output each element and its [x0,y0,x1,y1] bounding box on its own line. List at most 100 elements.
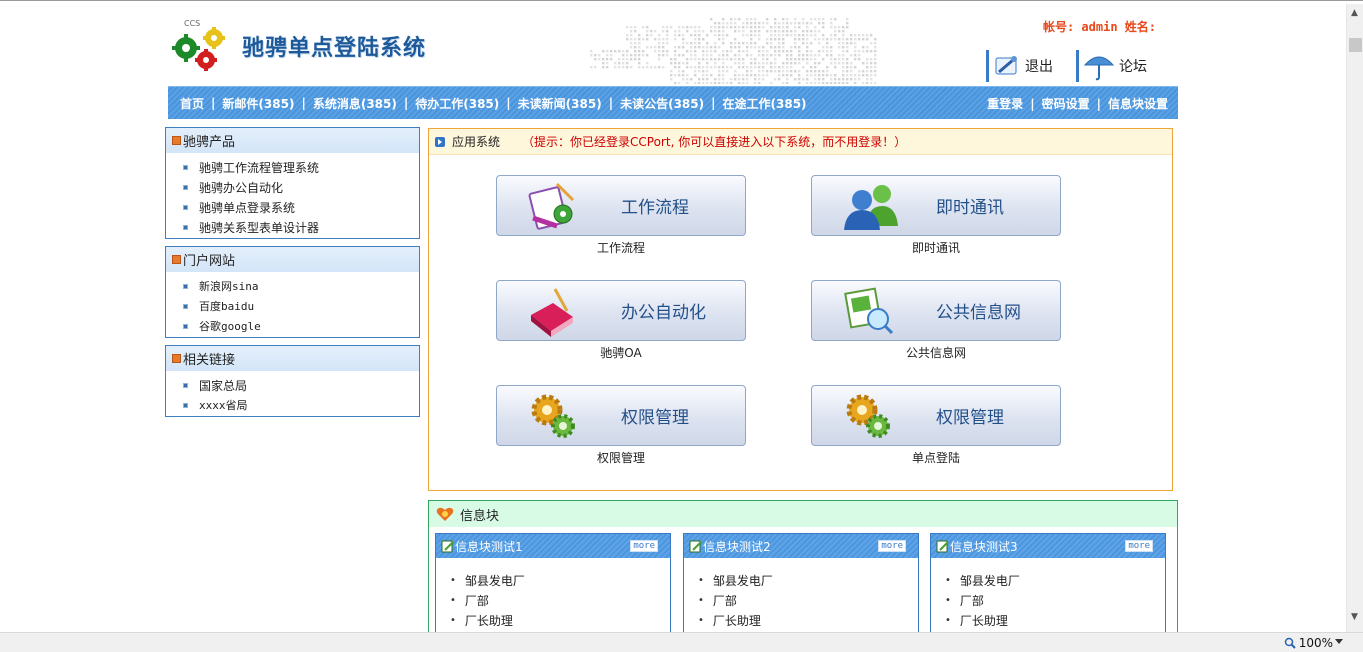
sidebar-link-label: 百度baidu [199,300,255,313]
edit-note-icon [689,540,702,553]
logout-button[interactable]: 退出 [986,50,1053,82]
list-item[interactable]: 邹县发电厂 [450,570,670,590]
scrollbar-thumb[interactable] [1349,38,1362,52]
forum-button[interactable]: 论坛 [1076,50,1147,82]
logout-icon [995,56,1017,75]
edit-note-icon [936,540,949,553]
logo-small-text: CCS [184,19,200,28]
nav-infoblock-settings[interactable]: 信息块设置 [1108,95,1168,112]
more-button[interactable]: more [630,540,658,552]
app-caption[interactable]: 即时通讯 [811,239,1061,256]
system-title: 驰骋单点登陆系统 [242,36,427,61]
umbrella-icon [1083,56,1115,81]
app-tile-permission-management[interactable]: 权限管理 [496,385,746,446]
list-item[interactable]: 邹县发电厂 [945,570,1165,590]
sidebar-link-label: 国家总局 [199,378,248,393]
sidebar-link[interactable]: 驰骋关系型表单设计器 [183,217,419,237]
nav-unread-news[interactable]: 未读新闻(385) [518,95,602,112]
nav-separator: | [1030,96,1035,111]
nav-new-mail[interactable]: 新邮件(385) [222,95,294,112]
list-item[interactable]: 厂部 [698,590,918,610]
nav-system-messages[interactable]: 系统消息(385) [313,95,397,112]
nav-unread-notices[interactable]: 未读公告(385) [620,95,704,112]
app-caption[interactable]: 公共信息网 [811,344,1061,361]
list-item[interactable]: 厂部 [450,590,670,610]
sidebar-link[interactable]: 驰骋办公自动化 [183,177,419,197]
sidebar-link-list: 驰骋工作流程管理系统 驰骋办公自动化 驰骋单点登录系统 驰骋关系型表单设计器 [166,153,419,241]
sidebar-link-list: 国家总局 xxxx省局 [166,371,419,419]
nav-todo-work[interactable]: 待办工作(385) [415,95,499,112]
app-tile-workflow[interactable]: 工作流程 [496,175,746,236]
nav-separator: | [403,96,409,110]
app-tile-office-automation[interactable]: 办公自动化 [496,280,746,341]
sidebar-link[interactable]: 驰骋工作流程管理系统 [183,157,419,177]
info-block-card-title: 信息块测试2 [703,539,771,554]
nav-in-progress-work[interactable]: 在途工作(385) [723,95,807,112]
sidebar-link[interactable]: xxxx省局 [183,395,419,415]
square-bullet-icon [183,303,188,309]
nav-right-links: 重登录 | 密码设置 | 信息块设置 [987,87,1168,120]
nav-password-settings[interactable]: 密码设置 [1042,95,1090,112]
logout-label: 退出 [1025,59,1053,75]
orange-bullet-icon [172,354,181,363]
zoom-control[interactable]: 100% [1284,636,1333,650]
sidebar-link[interactable]: 驰骋单点登录系统 [183,197,419,217]
workflow-icon [528,182,575,230]
sidebar-link-label: 新浪网sina [199,280,259,293]
sidebar-link-list: 新浪网sina 百度baidu 谷歌google [166,272,419,340]
account-info: 帐号: admin 姓名: [1042,20,1156,34]
sidebar-link-label: 驰骋工作流程管理系统 [199,160,320,175]
app-caption[interactable]: 权限管理 [496,449,746,466]
more-button[interactable]: more [878,540,906,552]
app-caption[interactable]: 驰骋OA [496,344,746,361]
zoom-level: 100% [1298,636,1333,650]
vertical-scrollbar[interactable]: ▲ ▼ [1346,4,1363,632]
list-item[interactable]: 厂部 [945,590,1165,610]
scroll-down-icon[interactable]: ▼ [1351,612,1358,622]
nav-separator: | [506,96,511,110]
square-bullet-icon [183,402,188,408]
nav-relogin[interactable]: 重登录 [987,95,1023,112]
info-block-panel: 信息块 信息块测试1 more 邹县发电厂 厂部 厂长助理 信息块测试2 mor… [428,500,1178,632]
info-block-card-title: 信息块测试1 [455,539,523,554]
sidebar-link[interactable]: 百度baidu [183,296,419,316]
list-item[interactable]: 邹县发电厂 [698,570,918,590]
square-bullet-icon [183,323,188,329]
more-button[interactable]: more [1125,540,1153,552]
document-icon [844,287,894,335]
app-caption[interactable]: 工作流程 [496,239,746,256]
main-nav: 首页 | 新邮件(385) | 系统消息(385) | 待办工作(385) | 未读新闻… [168,86,1178,119]
app-caption[interactable]: 单点登陆 [811,449,1061,466]
world-map-decoration [590,18,877,84]
nav-separator: | [211,96,216,110]
list-item[interactable]: 厂长助理 [698,610,918,630]
square-bullet-icon [183,283,188,289]
sidebar-link[interactable]: 国家总局 [183,375,419,395]
square-bullet-icon [183,382,188,388]
info-block-card-header: 信息块测试1 more [436,534,670,558]
sidebar-box-portals: 门户网站 新浪网sina 百度baidu 谷歌google [165,246,420,338]
info-block-1: 信息块测试1 more 邹县发电厂 厂部 厂长助理 [435,533,671,632]
scroll-up-icon[interactable]: ▲ [1351,8,1358,18]
chevron-down-icon[interactable] [1335,639,1343,644]
sidebar-link[interactable]: 谷歌google [183,316,419,336]
users-icon [844,185,898,230]
sidebar-link[interactable]: 新浪网sina [183,276,419,296]
zoom-icon [1284,637,1296,649]
app-tile-public-info-network[interactable]: 公共信息网 [811,280,1061,341]
app-tile-instant-messaging[interactable]: 即时通讯 [811,175,1061,236]
info-block-title: 信息块 [460,508,500,524]
app-tile-single-sign-on[interactable]: 权限管理 [811,385,1061,446]
square-bullet-icon [183,164,188,170]
info-block-card-title: 信息块测试3 [950,539,1018,554]
gears-logo-icon: CCS [172,19,225,71]
gears-icon [846,394,890,438]
orange-bullet-icon [172,255,181,264]
list-item[interactable]: 厂长助理 [450,610,670,630]
info-block-list: 邹县发电厂 厂部 厂长助理 [436,558,670,630]
nav-home[interactable]: 首页 [180,95,204,112]
info-block-list: 邹县发电厂 厂部 厂长助理 [684,558,918,630]
nav-separator: | [711,96,716,110]
info-block-list: 邹县发电厂 厂部 厂长助理 [931,558,1165,630]
list-item[interactable]: 厂长助理 [945,610,1165,630]
